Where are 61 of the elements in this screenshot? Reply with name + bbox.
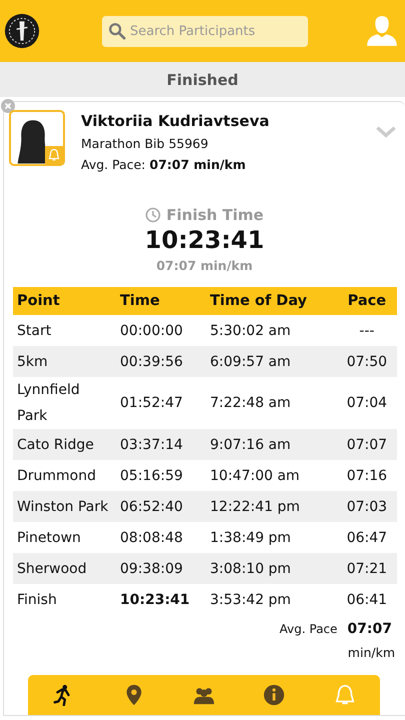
table-cell: Winston Park xyxy=(17,498,108,514)
table-cell: 06:52:40 xyxy=(120,498,183,514)
table-cell: 09:38:09 xyxy=(120,560,183,576)
table-cell: 07:07 xyxy=(346,436,388,452)
avg-pace-value: 07:07 xyxy=(347,621,392,637)
column-header: Point xyxy=(13,287,116,315)
table-cell: Pinetown xyxy=(17,530,81,546)
table-cell: 00:39:56 xyxy=(120,354,183,370)
table-cell: 9:07:16 am xyxy=(210,436,291,452)
table-cell: 07:21 xyxy=(346,560,388,576)
finish-time: 10:23:41 xyxy=(144,226,264,254)
table-cell: Sherwood xyxy=(17,560,87,576)
table-cell: 06:41 xyxy=(346,592,388,608)
table-cell: 03:37:14 xyxy=(120,436,183,452)
table-cell: 3:08:10 pm xyxy=(210,560,291,576)
table-cell: 12:22:41 pm xyxy=(210,498,300,514)
table-cell: 5:30:02 am xyxy=(210,322,291,338)
pace-label: Avg. Pace: xyxy=(81,157,146,172)
column-header: Time of Day xyxy=(206,287,337,315)
search-field[interactable]: Search Participants xyxy=(102,16,308,46)
table-cell: Finish xyxy=(17,592,57,608)
search-icon xyxy=(108,22,126,40)
table-cell: --- xyxy=(359,322,374,338)
section-title: Finished xyxy=(0,62,405,97)
avg-pace-label: Avg. Pace xyxy=(280,622,338,636)
clock-icon xyxy=(145,207,162,223)
column-header: Time xyxy=(116,287,206,315)
table-cell: 00:00:00 xyxy=(120,322,183,338)
participant-name: Viktoriia Kudriavtseva xyxy=(81,112,270,130)
close-icon[interactable] xyxy=(1,99,15,113)
bib-number: Marathon Bib 55969 xyxy=(81,136,210,151)
table-cell: 07:04 xyxy=(346,395,388,411)
table-cell: 07:16 xyxy=(346,468,388,484)
table-cell: 07:50 xyxy=(346,354,388,370)
table-cell: Start xyxy=(17,322,52,338)
avg-pace-unit: min/km xyxy=(348,645,395,660)
column-header: Pace xyxy=(336,287,397,315)
info-icon[interactable] xyxy=(263,684,286,706)
chevron-down-icon[interactable] xyxy=(375,126,397,138)
pace-value: 07:07 min/km xyxy=(150,157,246,172)
user-icon[interactable] xyxy=(365,14,399,48)
finish-pace: 07:07 min/km xyxy=(156,258,253,273)
table-cell: 05:16:59 xyxy=(120,468,183,484)
table-cell: 6:09:57 am xyxy=(210,354,291,370)
table-cell: 10:47:00 am xyxy=(210,468,300,484)
table-cell: 1:38:49 pm xyxy=(210,530,291,546)
table-cell: 08:08:48 xyxy=(120,530,183,546)
table-cell: 7:22:48 am xyxy=(210,395,291,411)
table-cell: 5km xyxy=(17,354,48,370)
bell-icon[interactable] xyxy=(45,146,63,164)
table-cell: 01:52:47 xyxy=(120,395,183,411)
table-cell: 10:23:41 xyxy=(120,592,190,608)
table-cell: 07:03 xyxy=(346,498,388,514)
table-cell: 06:47 xyxy=(346,530,388,546)
bell-icon[interactable] xyxy=(334,684,356,706)
table-cell: 3:53:42 pm xyxy=(210,592,291,608)
table-cell: Drummond xyxy=(17,468,96,484)
table-cell: Lynnfield Park xyxy=(17,382,80,424)
logo-icon xyxy=(4,13,40,49)
finish-time-label: Finish Time xyxy=(166,206,264,224)
table-cell: Cato Ridge xyxy=(17,436,94,452)
